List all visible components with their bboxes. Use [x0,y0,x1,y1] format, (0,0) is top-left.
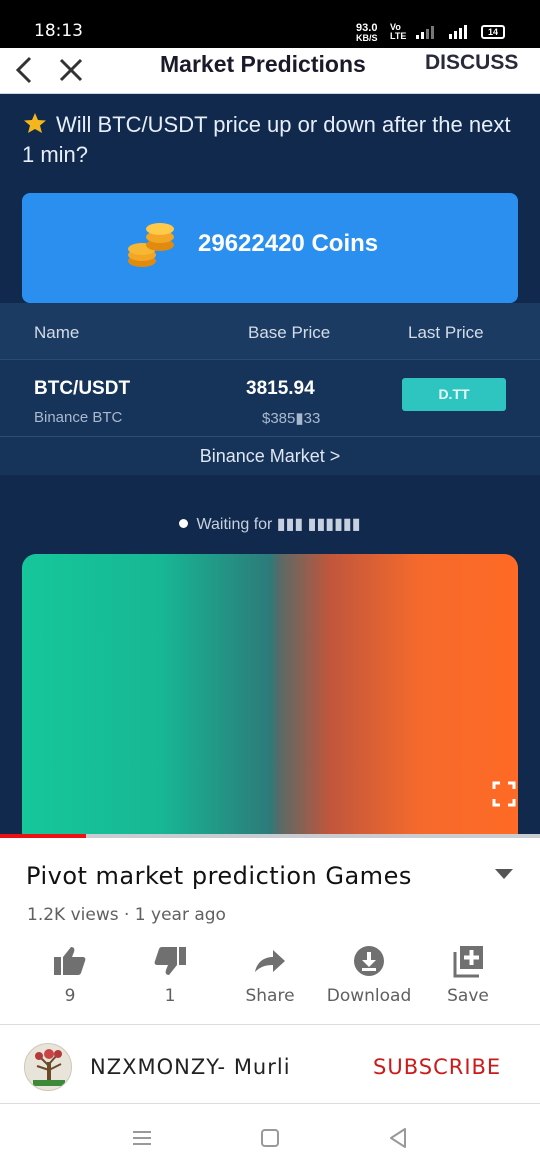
header-name: Name [34,323,80,342]
waiting-status: Waiting for ▮▮▮ ▮▮▮▮▮▮ [0,514,540,534]
video-progress-fill [0,834,87,838]
download-button[interactable]: Download [319,938,419,1018]
app-title: Market Predictions [160,51,366,77]
pair-name: BTC/USDT [34,378,131,399]
network-speed-unit: KB/S [356,33,378,43]
dislike-button[interactable]: 1 [120,938,220,1018]
chevron-down-icon[interactable] [494,868,514,880]
video-player[interactable]: Market Predictions DISCUSS Will BTC/USDT… [0,48,540,838]
coins-icon [128,223,174,267]
thumbs-up-icon [54,947,86,975]
divider [0,1024,540,1025]
volte-bottom: LTE [390,31,407,41]
fullscreen-icon[interactable] [492,781,516,807]
status-bar: 18:13 93.0 KB/S Vo LTE 14 [0,0,540,48]
action-bar: 9 1 Share Download Save [0,938,540,1018]
share-label: Share [245,986,295,1006]
discuss-button[interactable]: DISCUSS [425,51,518,75]
video-title: Pivot market prediction Games [26,862,412,890]
waiting-dot-icon [179,519,189,528]
tree-icon [33,1049,65,1086]
download-label: Download [326,986,412,1006]
download-icon [354,946,384,976]
status-time: 18:13 [34,21,83,41]
screen: 18:13 93.0 KB/S Vo LTE 14 Market Predict… [0,0,540,1170]
share-button[interactable]: Share [220,938,320,1018]
subscribe-button[interactable]: SUBSCRIBE [373,1055,501,1079]
dislike-count: 1 [164,986,176,1006]
waiting-text: Waiting for ▮▮▮ ▮▮▮▮▮▮ [196,516,361,533]
signal-icon-2 [449,25,467,39]
prediction-question: Will BTC/USDT price up or down after the… [22,110,512,170]
system-nav-bar [0,1104,540,1170]
question-text: Will BTC/USDT price up or down after the… [22,112,511,167]
back-icon[interactable] [386,1126,410,1150]
header-base-price: Base Price [248,323,331,342]
row-divider [0,436,540,437]
coins-balance: 29622420 Coins [198,230,379,257]
thumbs-down-icon [154,947,186,975]
like-count: 9 [64,986,76,1006]
video-meta: 1.2K views · 1 year ago [27,905,226,925]
star-icon [24,113,46,133]
save-button[interactable]: Save [418,938,518,1018]
like-button[interactable]: 9 [20,938,120,1018]
save-label: Save [447,986,489,1006]
base-price: 3815.94 [246,378,315,399]
prediction-buttons-panel[interactable] [22,554,518,838]
binance-market-link[interactable]: Binance Market > [0,446,540,467]
exchange-name: Binance BTC [34,409,123,426]
home-icon[interactable] [258,1126,282,1150]
close-icon[interactable] [56,54,86,86]
battery-icon: 14 [481,25,505,39]
volte-indicator: Vo LTE [390,23,406,41]
coins-card: 29622420 Coins [22,193,518,303]
video-progress-bar[interactable] [0,834,540,838]
back-arrow-icon[interactable] [12,53,38,87]
app-header: Market Predictions DISCUSS [0,48,540,94]
save-icon [453,946,483,978]
menu-icon[interactable] [130,1126,154,1150]
base-price-usd: $385▮33 [262,410,321,427]
share-icon [255,950,285,972]
channel-avatar[interactable] [24,1043,72,1091]
network-speed: 93.0 KB/S [356,23,378,43]
signal-icon [416,26,434,39]
header-last-price: Last Price [408,323,484,342]
table-header: Name Base Price Last Price [0,303,540,360]
channel-name[interactable]: NZXMONZY- Murli [90,1055,291,1079]
last-price-badge: D.TT [402,378,506,411]
